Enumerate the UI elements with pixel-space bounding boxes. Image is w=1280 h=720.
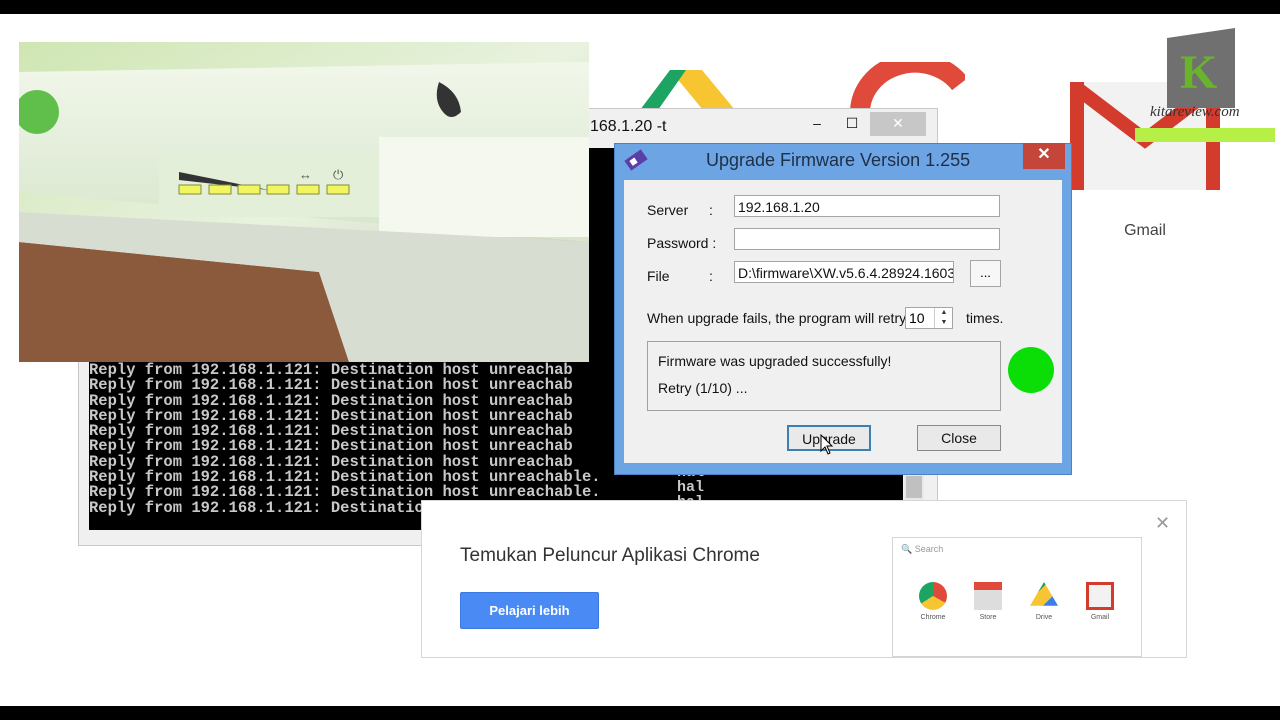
console-close-button[interactable]: ✕ xyxy=(870,112,926,136)
retry-suffix-label: times. xyxy=(966,310,1004,326)
watermark-text: kitareview.com xyxy=(1150,104,1240,120)
launcher-app-label: Drive xyxy=(1035,614,1053,621)
retry-stepper-arrows[interactable]: ▲ ▼ xyxy=(934,308,953,328)
minimize-button[interactable]: – xyxy=(800,112,834,136)
console-scroll-thumb[interactable] xyxy=(906,476,922,498)
file-colon: : xyxy=(709,268,713,284)
store-icon xyxy=(974,582,1002,610)
file-label: File xyxy=(647,268,670,284)
close-button[interactable]: Close xyxy=(917,425,1001,451)
launcher-app-label: Store xyxy=(979,614,997,621)
launcher-app-gmail[interactable]: Gmail xyxy=(1076,582,1124,621)
server-colon: : xyxy=(709,202,713,218)
status-box xyxy=(647,341,1001,411)
browse-button[interactable]: ... xyxy=(970,260,1001,287)
status-message: Firmware was upgraded successfully! xyxy=(658,353,892,369)
firmware-app-icon xyxy=(624,149,648,171)
svg-text:↔: ↔ xyxy=(299,167,312,182)
server-label: Server xyxy=(647,202,689,218)
google-logo-icon xyxy=(850,62,965,112)
console-fragment: hal xyxy=(677,478,705,496)
server-input[interactable]: 192.168.1.20 xyxy=(734,195,1000,217)
file-path-input[interactable]: D:\firmware\XW.v5.6.4.28924.1603 xyxy=(734,261,954,283)
learn-more-button[interactable]: Pelajari lebih xyxy=(460,592,599,629)
console-title: 168.1.20 -t xyxy=(590,118,667,135)
mouse-cursor-icon xyxy=(820,434,834,455)
launcher-app-drive[interactable]: Drive xyxy=(1020,582,1068,621)
svg-text:⏻: ⏻ xyxy=(333,167,343,182)
console-lines: Reply from 192.168.1.121: Destination ho… xyxy=(89,362,601,516)
promo-close-icon[interactable]: ✕ xyxy=(1155,513,1170,534)
retry-prefix-label: When upgrade fails, the program will ret… xyxy=(647,310,907,326)
kitareview-logo: K xyxy=(1135,28,1275,142)
status-indicator-icon xyxy=(1008,347,1054,393)
google-drive-icon xyxy=(640,70,735,110)
stepper-down-icon[interactable]: ▼ xyxy=(935,318,953,328)
launcher-app-store[interactable]: Store xyxy=(964,582,1012,621)
launcher-app-label: Gmail xyxy=(1090,614,1110,621)
launcher-search-input[interactable]: 🔍 Search xyxy=(901,544,943,555)
app-launcher-preview: 🔍 Search Chrome Store Drive Gmail xyxy=(892,537,1142,657)
launcher-search-placeholder: Search xyxy=(914,544,944,554)
drive-icon xyxy=(1030,582,1058,606)
gmail-small-icon xyxy=(1086,582,1114,610)
router-photo: ↔ ⏻ xyxy=(19,42,589,362)
password-label: Password : xyxy=(647,235,717,251)
dialog-title: Upgrade Firmware Version 1.255 xyxy=(706,150,971,170)
maximize-button[interactable]: ☐ xyxy=(835,112,869,136)
launcher-app-chrome[interactable]: Chrome xyxy=(909,582,957,621)
svg-text:K: K xyxy=(1180,46,1217,99)
promo-heading: Temukan Peluncur Aplikasi Chrome xyxy=(460,545,760,566)
letterbox-top xyxy=(0,0,1280,14)
stepper-up-icon[interactable]: ▲ xyxy=(935,308,953,318)
chrome-icon xyxy=(919,582,947,610)
letterbox-bottom xyxy=(0,706,1280,720)
password-input[interactable] xyxy=(734,228,1000,250)
dialog-close-button[interactable]: ✕ xyxy=(1023,143,1065,169)
retry-status: Retry (1/10) ... xyxy=(658,380,748,396)
gmail-label: Gmail xyxy=(1124,222,1166,239)
launcher-app-label: Chrome xyxy=(920,614,946,621)
